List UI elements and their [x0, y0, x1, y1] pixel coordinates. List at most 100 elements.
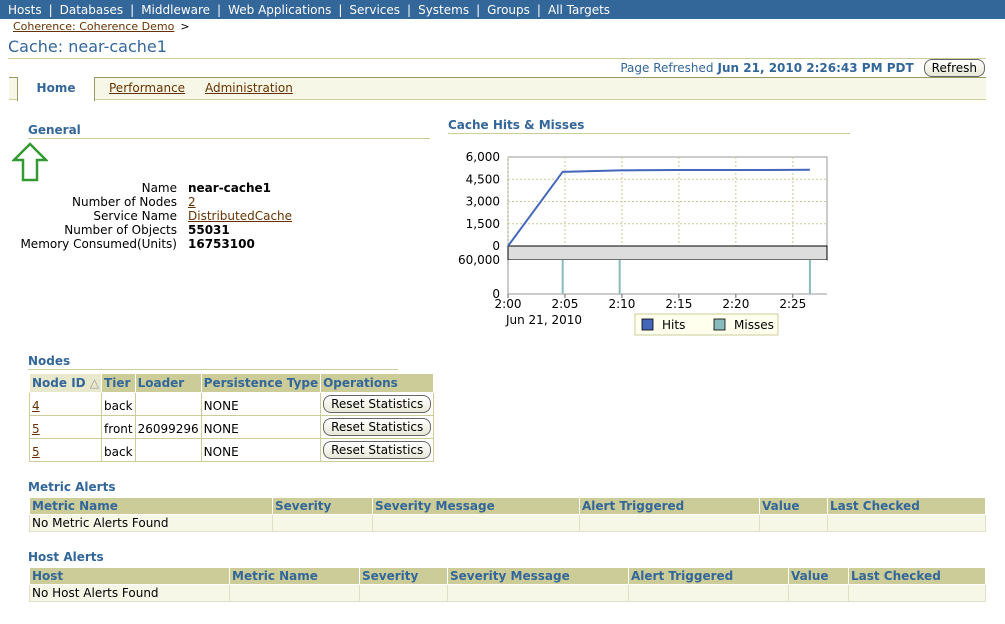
operations-cell: Reset Statistics [320, 438, 435, 462]
node-id-link[interactable]: 5 [32, 445, 40, 459]
upper-y-tick-label: 4,500 [466, 172, 500, 186]
nav-item-web-applications[interactable]: Web Applications [228, 3, 331, 17]
memory-consumed-value: 16753100 [188, 237, 255, 251]
nav-item-all-targets[interactable]: All Targets [548, 3, 610, 17]
operations-cell: Reset Statistics [320, 415, 435, 439]
upper-y-tick-label: 3,000 [466, 195, 500, 209]
node-id-header[interactable]: Node ID △ [28, 373, 103, 393]
empty-cell [628, 584, 789, 602]
persistence-type-cell: NONE [200, 392, 322, 416]
nav-item-hosts[interactable]: Hosts [8, 3, 42, 17]
node-row: 4 back NONE Reset Statistics [28, 392, 435, 416]
number-of-nodes-link[interactable]: 2 [188, 195, 196, 209]
metric-alerts-header-alert-triggered: Alert Triggered [579, 497, 760, 515]
nav-separator: | [407, 2, 412, 17]
memory-consumed-label: Memory Consumed(Units) [20, 237, 177, 251]
name-label: Name [141, 181, 177, 195]
number-of-nodes-label: Number of Nodes [72, 195, 177, 209]
nav-separator: | [338, 2, 343, 17]
upper-y-tick-label: 0 [492, 239, 500, 253]
page-refreshed-timestamp: Jun 21, 2010 2:26:43 PM PDT [717, 61, 914, 75]
empty-cell [827, 514, 986, 532]
host-alerts-header-value: Value [788, 567, 849, 585]
reset-statistics-button[interactable]: Reset Statistics [323, 418, 432, 436]
tab-performance[interactable]: Performance [109, 81, 185, 95]
plot-separator-band [507, 245, 828, 261]
misses-bar [561, 260, 564, 294]
tier-cell: back [101, 438, 136, 462]
node-id-cell: 5 [28, 415, 103, 439]
nodes-section-title: Nodes [28, 354, 71, 368]
tab-home[interactable]: Home [17, 77, 95, 101]
x-tick-label: 2:05 [551, 297, 578, 311]
legend-swatch-hits [641, 318, 654, 331]
host-alerts-table: Host Metric Name Severity Severity Message A… [29, 567, 986, 602]
service-name-link[interactable]: DistributedCache [188, 209, 292, 223]
metric-alerts-empty-message: No Metric Alerts Found [29, 514, 273, 532]
breadcrumb-arrow: > [180, 20, 190, 33]
nav-item-middleware[interactable]: Middleware [141, 3, 210, 17]
metric-alerts-header-value: Value [759, 497, 828, 515]
refresh-button[interactable]: Refresh [923, 59, 985, 77]
x-tick-label: 2:20 [722, 297, 749, 311]
nav-separator: | [536, 2, 541, 17]
breadcrumb: Coherence: Coherence Demo > [13, 20, 190, 33]
host-alerts-empty-message: No Host Alerts Found [29, 584, 230, 602]
legend-label-misses: Misses [734, 318, 774, 332]
number-of-objects-value: 55031 [188, 223, 230, 237]
nav-item-systems[interactable]: Systems [418, 3, 469, 17]
empty-cell [272, 514, 373, 532]
empty-cell [759, 514, 828, 532]
operations-cell: Reset Statistics [320, 392, 435, 416]
cache-hits-misses-chart: 6,0004,5003,0001,500060,00002:00 2:05 2:10… [458, 150, 828, 336]
persistence-type-cell: NONE [200, 415, 322, 439]
tier-cell: back [101, 392, 136, 416]
host-alerts-header-alert-triggered: Alert Triggered [628, 567, 789, 585]
empty-cell [788, 584, 849, 602]
empty-cell [447, 584, 629, 602]
page-title: Cache: near-cache1 [8, 37, 167, 56]
x-tick-label: 2:10 [608, 297, 635, 311]
node-id-cell: 4 [28, 392, 103, 416]
metric-alerts-header-severity-message: Severity Message [372, 497, 580, 515]
node-row: 5 front 26099296 NONE Reset Statistics [28, 415, 435, 439]
host-alerts-section-title: Host Alerts [28, 550, 104, 564]
sort-ascending-icon: △ [89, 376, 100, 390]
nav-item-services[interactable]: Services [349, 3, 400, 17]
loader-cell: 26099296 [134, 415, 202, 439]
service-name-label: Service Name [93, 209, 177, 223]
tier-cell: front [101, 415, 136, 439]
node-row: 5 back NONE Reset Statistics [28, 438, 435, 462]
x-tick-label: 2:25 [779, 297, 806, 311]
nav-item-groups[interactable]: Groups [487, 3, 530, 17]
nav-separator: | [130, 2, 135, 17]
empty-cell [372, 514, 580, 532]
persistence-type-cell: NONE [200, 438, 322, 462]
empty-cell [229, 584, 360, 602]
empty-cell [359, 584, 448, 602]
nodes-section-divider [28, 369, 398, 370]
x-tick-label: 2:00 [495, 297, 522, 311]
metric-alerts-empty-row: No Metric Alerts Found [29, 514, 986, 532]
host-alerts-header-last-checked: Last Checked [848, 567, 986, 585]
node-id-link[interactable]: 4 [32, 399, 40, 413]
nav-item-databases[interactable]: Databases [60, 3, 124, 17]
node-id-link[interactable]: 5 [32, 422, 40, 436]
loader-cell [134, 392, 202, 416]
nav-separator: | [217, 2, 222, 17]
chart-section-divider [448, 133, 850, 134]
misses-bar [808, 260, 811, 294]
empty-cell [848, 584, 986, 602]
legend-label-hits: Hits [662, 318, 685, 332]
nav-separator: | [476, 2, 481, 17]
metric-alerts-table: Metric Name Severity Severity Message Alert… [29, 497, 986, 532]
reset-statistics-button[interactable]: Reset Statistics [323, 395, 432, 413]
lower-plot-area [508, 260, 827, 294]
breadcrumb-link[interactable]: Coherence: Coherence Demo [13, 20, 174, 33]
tab-administration[interactable]: Administration [205, 81, 293, 95]
metric-alerts-header-last-checked: Last Checked [827, 497, 986, 515]
misses-bar [618, 260, 621, 294]
page-refreshed-label: Page Refreshed [620, 61, 714, 75]
empty-cell [579, 514, 760, 532]
reset-statistics-button[interactable]: Reset Statistics [323, 441, 432, 459]
